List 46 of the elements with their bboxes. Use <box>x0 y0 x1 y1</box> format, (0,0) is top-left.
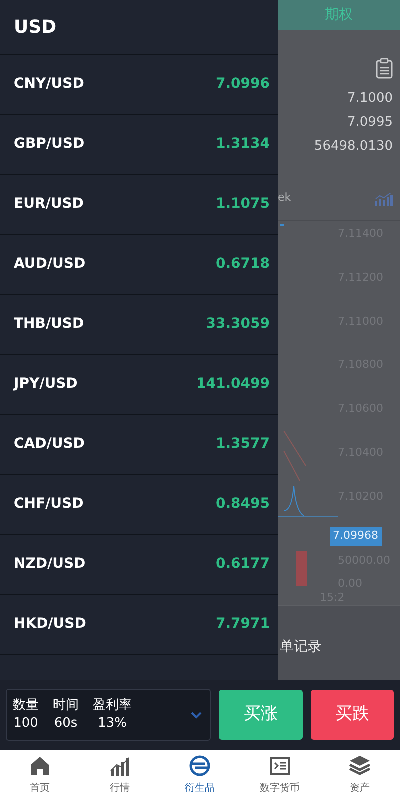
pair-name: AUD/USD <box>14 255 86 274</box>
pair-price: 7.7971 <box>216 615 270 634</box>
bar-chart-icon[interactable] <box>375 193 393 206</box>
field-value: 100 <box>14 715 38 733</box>
pair-price: 1.3134 <box>216 135 270 154</box>
pair-price: 33.3059 <box>206 315 270 334</box>
layers-icon <box>349 754 371 776</box>
field-label: 时间 <box>53 697 79 715</box>
field-value: 60s <box>54 715 78 733</box>
field-label: 数量 <box>13 697 39 715</box>
buy-down-button[interactable]: 买跌 <box>310 690 394 740</box>
pair-name: HKD/USD <box>14 615 86 634</box>
pair-name: CAD/USD <box>14 435 85 454</box>
pair-name: CHF/USD <box>14 495 84 514</box>
clipboard-icon[interactable] <box>376 58 393 79</box>
pair-price: 0.6177 <box>216 555 270 574</box>
pair-price: 1.1075 <box>216 195 270 214</box>
pair-name: CNY/USD <box>14 75 84 94</box>
field-value: 13% <box>98 715 127 733</box>
pair-price: 0.6718 <box>216 255 270 274</box>
exchange-icon <box>189 754 211 776</box>
terminal-icon <box>269 754 291 776</box>
price-tag: 7.09968 <box>330 527 382 546</box>
field-label: 盈利率 <box>93 697 132 715</box>
drawer-title: USD <box>14 16 57 40</box>
pair-name: GBP/USD <box>14 135 85 154</box>
pair-name: JPY/USD <box>14 375 78 394</box>
order-settings-box[interactable]: 数量 100 时间 60s 盈利率 13% <box>6 689 212 741</box>
price-value: 7.0995 <box>348 114 393 132</box>
pair-price: 1.3577 <box>216 435 270 454</box>
pair-price: 0.8495 <box>216 495 270 514</box>
price-value: 7.1000 <box>348 90 393 108</box>
section-title: 单记录 <box>280 638 322 657</box>
pair-name: NZD/USD <box>14 555 86 574</box>
home-icon <box>29 754 51 776</box>
nav-tab[interactable]: 资产 <box>320 750 400 800</box>
nav-tab[interactable]: 首页 <box>0 750 80 800</box>
pair-name: EUR/USD <box>14 195 84 214</box>
nav-tab[interactable]: 行情 <box>80 750 160 800</box>
pair-name: THB/USD <box>14 315 84 334</box>
pair-price: 141.0499 <box>196 375 270 394</box>
nav-tab[interactable]: 衍生品 <box>160 750 240 800</box>
pair-price: 7.0996 <box>216 75 270 94</box>
nav-tab[interactable]: 数字货币 <box>240 750 320 800</box>
chevron-down-icon[interactable] <box>191 712 202 718</box>
price-value: 56498.0130 <box>314 138 393 156</box>
